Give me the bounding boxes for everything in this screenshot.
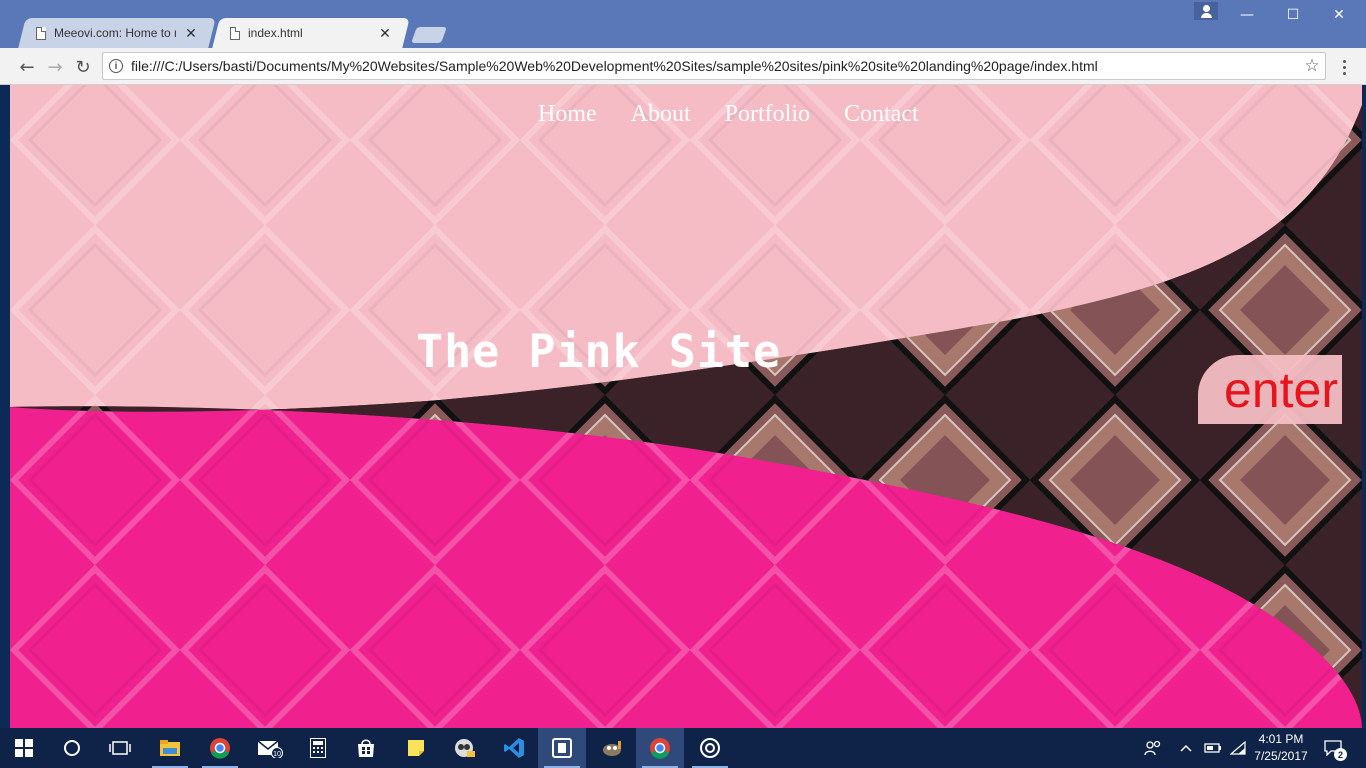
show-hidden-icons-chevron-icon[interactable] <box>1180 728 1196 768</box>
tab-title: Meeovi.com: Home to m <box>54 26 176 40</box>
new-tab-button[interactable] <box>411 27 447 43</box>
site-nav: Home About Portfolio Contact <box>538 101 919 128</box>
tab-close-icon[interactable]: ✕ <box>378 25 392 42</box>
tab-title: index.html <box>248 26 303 40</box>
page-icon <box>36 26 46 40</box>
groove-icon[interactable] <box>686 728 734 768</box>
enter-label: enter <box>1224 361 1338 418</box>
tab-index[interactable]: index.html ✕ <box>212 18 410 48</box>
notification-count-badge: 2 <box>1334 748 1347 761</box>
nav-portfolio-link[interactable]: Portfolio <box>725 101 810 128</box>
visual-studio-code-icon[interactable] <box>490 728 538 768</box>
calculator-icon[interactable] <box>294 728 342 768</box>
windows-start-icon[interactable] <box>0 728 48 768</box>
windows-taskbar: 10 4:01 PM 7/25/2017 2 <box>0 728 1366 768</box>
task-view-icon[interactable] <box>96 728 144 768</box>
maximize-button[interactable]: ☐ <box>1270 0 1316 30</box>
chrome-icon[interactable] <box>196 728 244 768</box>
background-art <box>10 85 1362 728</box>
address-bar[interactable]: i file:///C:/Users/basti/Documents/My%20… <box>102 52 1326 80</box>
minimize-button[interactable]: — <box>1224 0 1270 30</box>
file-explorer-icon[interactable] <box>146 728 194 768</box>
battery-icon[interactable] <box>1204 728 1224 768</box>
reload-button[interactable]: ↻ <box>70 54 96 80</box>
back-button[interactable]: ← <box>14 54 40 80</box>
bookmark-star-icon[interactable]: ☆ <box>1299 56 1325 76</box>
nav-about-link[interactable]: About <box>631 101 691 128</box>
sticky-notes-icon[interactable] <box>392 728 440 768</box>
store-icon[interactable] <box>342 728 390 768</box>
people-icon[interactable] <box>1144 728 1164 768</box>
chrome-icon-2[interactable] <box>636 728 684 768</box>
nav-contact-link[interactable]: Contact <box>844 101 919 128</box>
profile-icon[interactable] <box>1194 2 1218 20</box>
tab-close-icon[interactable]: ✕ <box>184 25 198 42</box>
clock-date: 7/25/2017 <box>1254 749 1308 763</box>
app-icon[interactable] <box>440 728 488 768</box>
site-title: The Pink Site <box>416 325 782 378</box>
forward-button[interactable]: → <box>42 54 68 80</box>
url-text[interactable]: file:///C:/Users/basti/Documents/My%20We… <box>131 58 1299 74</box>
mail-badge: 10 <box>273 751 281 758</box>
nav-home-link[interactable]: Home <box>538 101 597 128</box>
app-icon-2[interactable] <box>538 728 586 768</box>
clock-time: 4:01 PM <box>1258 732 1304 746</box>
system-clock[interactable]: 4:01 PM 7/25/2017 <box>1246 731 1316 765</box>
cortana-search-icon[interactable] <box>48 728 96 768</box>
gimp-icon[interactable] <box>588 728 636 768</box>
page-icon <box>230 26 240 40</box>
browser-toolbar: ← → ↻ i file:///C:/Users/basti/Documents… <box>0 48 1366 85</box>
page-viewport: Home About Portfolio Contact The Pink Si… <box>10 85 1362 728</box>
enter-button[interactable]: enter <box>1198 355 1342 424</box>
browser-titlebar: Meeovi.com: Home to m ✕ index.html ✕ — ☐… <box>0 0 1366 48</box>
mail-icon[interactable]: 10 <box>246 728 294 768</box>
tab-meeovi[interactable]: Meeovi.com: Home to m ✕ <box>18 18 216 48</box>
info-icon[interactable]: i <box>109 59 123 73</box>
close-window-button[interactable]: ✕ <box>1316 0 1362 30</box>
browser-menu-icon[interactable] <box>1334 54 1354 80</box>
